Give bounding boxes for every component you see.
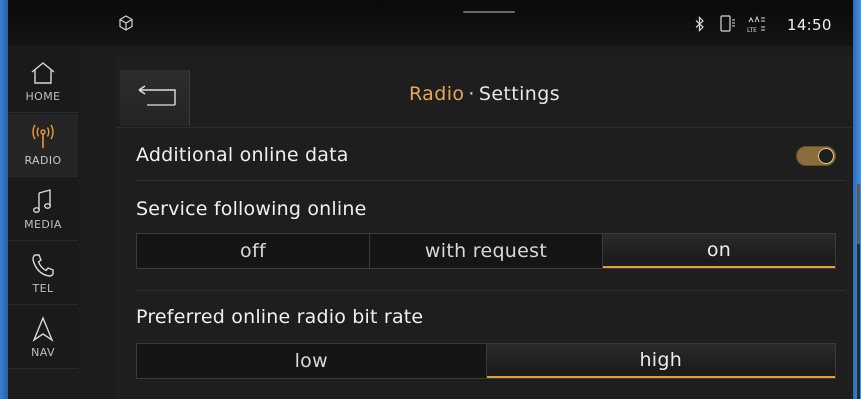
- title-secondary: Settings: [478, 83, 560, 105]
- page-header: Radio · Settings: [116, 70, 853, 128]
- main-nav-sidebar: HOME RADIO MEDIA TEL NAV: [8, 50, 78, 385]
- status-pull-handle[interactable]: [463, 11, 515, 13]
- home-icon: [31, 62, 55, 84]
- divider: [136, 180, 846, 181]
- toggle-knob: [818, 148, 834, 164]
- additional-online-data-label: Additional online data: [136, 144, 349, 166]
- sidebar-item-label: TEL: [32, 282, 54, 295]
- lte-signal-icon: LTE: [747, 15, 765, 34]
- sidebar-item-label: MEDIA: [24, 218, 62, 231]
- sidebar-item-home[interactable]: HOME: [8, 50, 78, 113]
- sidebar-item-label: NAV: [31, 346, 55, 359]
- sidebar-item-radio[interactable]: RADIO: [8, 114, 78, 177]
- title-separator: ·: [468, 83, 475, 105]
- additional-online-data-toggle[interactable]: [796, 146, 836, 166]
- bit-rate-selector: low high: [136, 343, 836, 379]
- svg-text:LTE: LTE: [747, 27, 757, 34]
- bit-rate-label: Preferred online radio bit rate: [136, 306, 424, 328]
- phone-handset-icon: [32, 254, 54, 277]
- bit-rate-option-low[interactable]: low: [137, 344, 487, 378]
- scrollbar-thumb[interactable]: [857, 184, 860, 244]
- sidebar-item-nav[interactable]: NAV: [8, 306, 78, 369]
- settings-cube-icon[interactable]: [119, 15, 133, 31]
- phone-icon: [720, 15, 735, 32]
- bluetooth-icon: [695, 16, 704, 32]
- sidebar-item-label: RADIO: [24, 154, 62, 167]
- bit-rate-option-high[interactable]: high: [486, 344, 835, 378]
- service-following-option-on[interactable]: on: [603, 234, 835, 268]
- service-following-label: Service following online: [136, 198, 367, 220]
- divider: [136, 290, 846, 291]
- settings-panel: Radio · Settings Additional online data Se…: [116, 56, 860, 399]
- music-note-icon: [32, 189, 52, 213]
- service-following-option-off[interactable]: off: [137, 234, 370, 268]
- service-following-selector: off with request on: [136, 233, 836, 269]
- sidebar-item-tel[interactable]: TEL: [8, 242, 78, 305]
- sidebar-item-label: HOME: [25, 90, 61, 103]
- radio-antenna-icon: [32, 124, 54, 148]
- clock-time: 14:50: [787, 16, 832, 34]
- status-bar: LTE 14:50: [8, 0, 853, 46]
- page-title: Radio · Settings: [116, 83, 853, 105]
- title-primary: Radio: [409, 83, 465, 105]
- navigation-arrow-icon: [32, 316, 54, 342]
- infotainment-screen: LTE 14:50 HOME RADIO MEDIA TEL NAV Radio…: [8, 0, 860, 399]
- service-following-option-with-request[interactable]: with request: [370, 234, 603, 268]
- sidebar-item-media[interactable]: MEDIA: [8, 178, 78, 241]
